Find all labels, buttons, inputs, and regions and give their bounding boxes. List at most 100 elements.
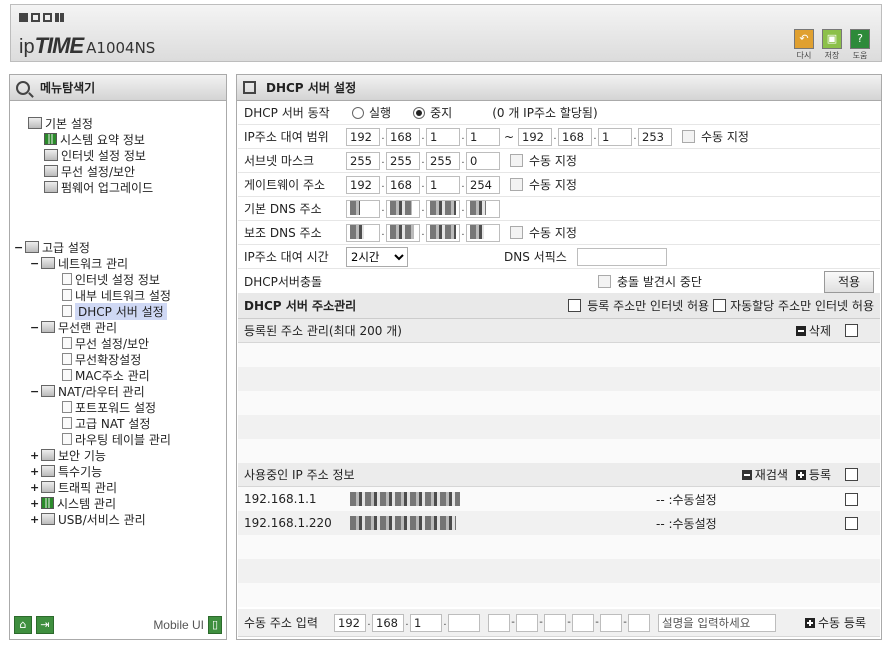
logo-ip: ip	[19, 36, 35, 58]
registered-empty-row	[238, 439, 880, 463]
window-icon-box-2[interactable]	[43, 13, 52, 22]
logo-time: TIME	[34, 33, 85, 58]
window-icon-box[interactable]	[31, 13, 40, 22]
collapse-icon[interactable]: −	[30, 257, 39, 270]
apply-button[interactable]: 적용	[824, 271, 874, 293]
collapse-icon[interactable]: −	[30, 385, 39, 398]
tree-advanced-nat[interactable]: 고급 NAT 설정	[62, 415, 150, 431]
logout-icon[interactable]: ⇥	[36, 616, 54, 634]
window-icon-grid[interactable]	[55, 13, 64, 22]
subnet-manual-checkbox[interactable]	[510, 154, 523, 167]
row-status: -- :수동설정	[656, 492, 717, 507]
tree-special[interactable]: + 특수기능	[30, 463, 102, 479]
lease-end-octet-3[interactable]: 1	[598, 127, 632, 146]
delete-select-all[interactable]	[845, 324, 858, 337]
tree-wireless-settings[interactable]: 무선 설정/보안	[62, 335, 149, 351]
tree-wireless-extension[interactable]: 무선확장설정	[62, 351, 141, 367]
register-select-all[interactable]	[845, 468, 858, 481]
tree-wireless-security[interactable]: 무선 설정/보안	[44, 163, 135, 179]
chart-icon	[44, 133, 57, 145]
tree-internet-info[interactable]: 인터넷 설정 정보	[44, 147, 146, 163]
tree-internal-network[interactable]: 내부 네트워크 설정	[62, 287, 171, 303]
manual-input-row: 수동 주소 입력 192. 168. 1. - - - - - 설명을 입력하세…	[238, 609, 880, 637]
lease-end-octet-4[interactable]: 253	[638, 127, 672, 146]
expand-icon[interactable]: +	[30, 497, 39, 510]
lease-manual-checkbox[interactable]	[682, 130, 695, 143]
registered-header: 등록된 주소 관리(최대 200 개) 삭제	[238, 319, 880, 343]
row-ip: 192.168.1.1	[244, 492, 317, 506]
menu-explorer-title: 메뉴탐색기	[40, 81, 96, 95]
registered-empty-row	[238, 367, 880, 391]
tree-traffic[interactable]: + 트래픽 관리	[30, 479, 117, 495]
expand-icon[interactable]: +	[30, 481, 39, 494]
tree-system-summary[interactable]: 시스템 요약 정보	[44, 131, 145, 147]
folder-icon	[28, 117, 42, 129]
document-icon	[243, 81, 256, 94]
delete-button[interactable]: 삭제	[795, 322, 831, 339]
tree-system[interactable]: + 시스템 관리	[30, 495, 116, 511]
lease-time-select[interactable]: 2시간	[346, 246, 408, 267]
tree-mac-management[interactable]: MAC주소 관리	[62, 367, 150, 383]
radio-run-button[interactable]	[352, 106, 364, 119]
tree-usb-service[interactable]: + USB/서비스 관리	[30, 511, 146, 527]
plus-icon	[795, 469, 806, 480]
undo-button[interactable]: ↶ 다시	[793, 29, 815, 61]
folder-icon	[41, 465, 55, 477]
tree-security[interactable]: + 보안 기능	[30, 447, 106, 463]
rescan-button[interactable]: 재검색	[741, 466, 788, 483]
sidebar-footer: ⌂ ⇥ Mobile UI ▯	[14, 615, 222, 635]
tree-routing-table[interactable]: 라우팅 테이블 관리	[62, 431, 171, 447]
expand-icon[interactable]: +	[30, 513, 39, 526]
tree-port-forward[interactable]: 포트포워드 설정	[62, 399, 156, 415]
registered-only-checkbox[interactable]	[568, 299, 582, 312]
radio-stop-button[interactable]	[413, 106, 426, 119]
row-checkbox[interactable]	[845, 492, 858, 506]
radio-run[interactable]: 실행	[352, 104, 391, 121]
conflict-stop-checkbox[interactable]	[598, 275, 611, 288]
gateway-manual-checkbox[interactable]	[510, 178, 523, 191]
tree-wireless-management[interactable]: − 무선랜 관리	[30, 319, 117, 335]
help-button[interactable]: ? 도움	[849, 29, 871, 61]
tree-basic-settings[interactable]: 기본 설정	[28, 115, 93, 131]
address-management-section: DHCP 서버 주소관리 등록 주소만 인터넷 허용 자동할당 주소만 인터넷 …	[238, 293, 880, 319]
expand-icon[interactable]: +	[30, 465, 39, 478]
window-icon-filled[interactable]	[19, 13, 28, 22]
dns2-manual-checkbox[interactable]	[510, 226, 523, 239]
save-button[interactable]: ▣ 저장	[821, 29, 843, 61]
lease-start-octet-2[interactable]: 168	[386, 127, 420, 146]
manual-register-button[interactable]: 수동 등록	[805, 614, 866, 631]
tree-internet-setup[interactable]: 인터넷 설정 정보	[62, 271, 160, 287]
manual-mac-input: - - - - -	[488, 613, 650, 632]
dhcp-settings-panel: DHCP 서버 설정 DHCP 서버 동작 실행 중지 (0 개 IP주소 할당…	[236, 74, 882, 640]
brand-logo: ip TIME A1004NS	[19, 33, 155, 59]
auto-only-checkbox[interactable]	[713, 299, 727, 312]
router-icon	[41, 385, 55, 397]
lease-start-octet-1[interactable]: 192	[346, 127, 380, 146]
row-dns1: 기본 DNS 주소 . . .	[238, 197, 880, 221]
tree-advanced-settings[interactable]: − 고급 설정	[14, 239, 90, 255]
home-icon[interactable]: ⌂	[14, 616, 32, 634]
row-checkbox[interactable]	[845, 516, 858, 530]
page-icon	[62, 433, 72, 445]
collapse-icon[interactable]: −	[30, 321, 39, 334]
register-button[interactable]: 등록	[795, 466, 831, 483]
menu-explorer: 메뉴탐색기 기본 설정 시스템 요약 정보 인터넷 설정 정보 무선 설정/보안…	[9, 74, 227, 640]
lease-start-octet-3[interactable]: 1	[426, 127, 460, 146]
mobile-ui-link[interactable]: Mobile UI ▯	[153, 616, 222, 634]
redacted-mac	[350, 492, 460, 506]
dns-suffix-input[interactable]	[576, 247, 667, 266]
tree-network-management[interactable]: − 네트워크 관리	[30, 255, 128, 271]
help-icon: ?	[850, 29, 870, 49]
lease-start-octet-4[interactable]: 1	[466, 127, 500, 146]
row-ip: 192.168.1.220	[244, 516, 332, 530]
lease-end-octet-2[interactable]: 168	[558, 127, 592, 146]
tree-nat-router[interactable]: − NAT/라우터 관리	[30, 383, 145, 399]
description-input[interactable]: 설명을 입력하세요	[658, 613, 776, 632]
tree-firmware-upgrade[interactable]: 펌웨어 업그레이드	[44, 179, 153, 195]
radio-stop[interactable]: 중지	[413, 104, 452, 121]
expand-icon[interactable]: +	[30, 449, 39, 462]
in-use-header: 사용중인 IP 주소 정보 재검색 등록	[238, 463, 880, 487]
lease-end-octet-1[interactable]: 192	[518, 127, 552, 146]
tree-dhcp-server[interactable]: DHCP 서버 설정	[62, 302, 167, 320]
collapse-icon[interactable]: −	[14, 241, 23, 254]
